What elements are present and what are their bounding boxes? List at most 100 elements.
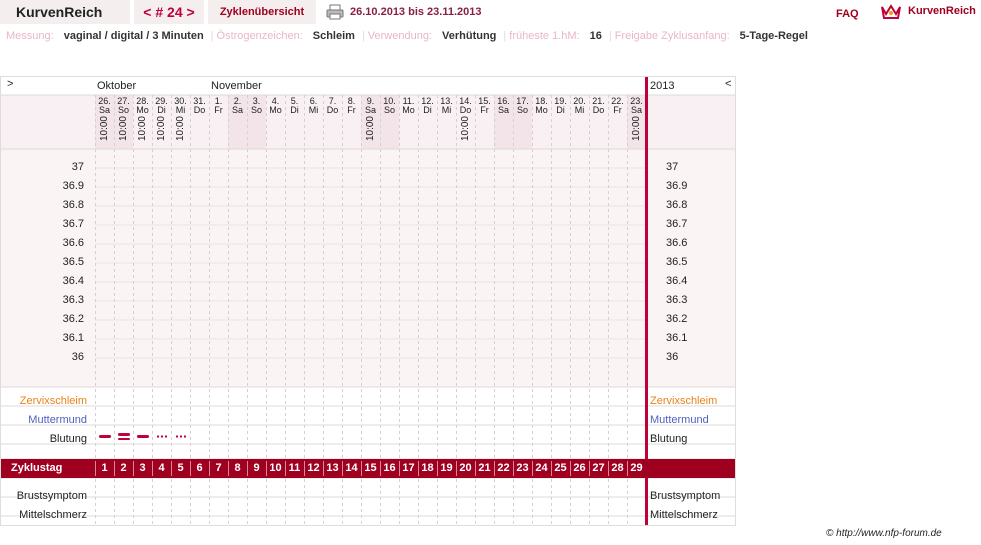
- setting-value: vaginal / digital / 3 Minuten: [63, 30, 204, 42]
- weekday: Mi: [574, 105, 585, 115]
- day-header[interactable]: 3. So: [247, 97, 266, 115]
- day-header[interactable]: 1. Fr: [209, 97, 228, 115]
- day-header[interactable]: 17. So: [513, 97, 532, 115]
- measure-time: 10:00: [174, 116, 186, 142]
- row-label-muttermund: Muttermund: [28, 414, 87, 426]
- weekday: Mo: [535, 105, 548, 115]
- row-label-zervix-right: Zervixschleim: [650, 395, 718, 407]
- cycle-day-number: 14: [345, 462, 358, 474]
- cycle-day-number: 26: [573, 462, 586, 474]
- cycle-day-number: 4: [158, 462, 165, 474]
- cycle-day-divider: [266, 461, 267, 476]
- cycle-day-divider: [133, 461, 134, 476]
- bleeding-mark-heavy[interactable]: [117, 433, 130, 440]
- cycle-day-divider: [456, 461, 457, 476]
- brand-logo-text[interactable]: KurvenReich: [908, 0, 976, 22]
- day-header[interactable]: 12. Di: [418, 97, 437, 115]
- measure-time: 10:00: [364, 116, 376, 142]
- cycle-day-number: 22: [497, 462, 510, 474]
- temp-axis-label-right: 36.1: [666, 332, 688, 344]
- bleeding-mark-normal[interactable]: [98, 435, 111, 438]
- cycle-day-number: 15: [364, 462, 377, 474]
- cycle-day-divider: [399, 461, 400, 476]
- day-header[interactable]: 7. Do: [323, 97, 342, 115]
- cycle-day-divider: [114, 461, 115, 476]
- day-header[interactable]: 2. Sa: [228, 97, 247, 115]
- day-header[interactable]: 28. Mo 10:00: [133, 97, 152, 142]
- bleeding-mark-normal[interactable]: [136, 435, 149, 438]
- temp-axis-label-right: 36.3: [666, 294, 688, 306]
- month-label-november: November: [211, 80, 262, 92]
- day-header[interactable]: 6. Mi: [304, 97, 323, 115]
- day-header[interactable]: 18. Mo: [532, 97, 551, 115]
- bleeding-mark-spotting[interactable]: [155, 435, 168, 438]
- copyright-footer: © http://www.nfp-forum.de: [826, 528, 942, 539]
- chart-grid: [1, 77, 735, 525]
- day-header[interactable]: 9. Sa 10:00: [361, 97, 380, 142]
- temp-axis-label: 37: [71, 161, 84, 173]
- day-header[interactable]: 8. Fr: [342, 97, 361, 115]
- day-header[interactable]: 19. Di: [551, 97, 570, 115]
- day-header[interactable]: 14. Do 10:00: [456, 97, 475, 142]
- weekday: Sa: [98, 105, 110, 115]
- cycle-day-divider: [190, 461, 191, 476]
- weekday: Fr: [347, 105, 356, 115]
- row-label-zyklustag: Zyklustag: [11, 462, 63, 474]
- cycle-day-number: 25: [554, 462, 567, 474]
- setting-value: Verhütung: [442, 30, 497, 42]
- row-label-zervix: Zervixschleim: [19, 395, 87, 407]
- day-header[interactable]: 27. So 10:00: [114, 97, 133, 142]
- nav-next-button[interactable]: <: [725, 78, 731, 90]
- cycle-day-divider: [494, 461, 495, 476]
- cycle-day-divider: [551, 461, 552, 476]
- day-header[interactable]: 16. Sa: [494, 97, 513, 115]
- temp-axis-label-right: 36.2: [666, 313, 688, 325]
- setting-value: Schleim: [312, 30, 355, 42]
- day-header[interactable]: 23. Sa 10:00: [627, 97, 646, 142]
- day-header[interactable]: 10. So: [380, 97, 399, 115]
- day-header[interactable]: 31. Do: [190, 97, 209, 115]
- cycle-day-number: 3: [139, 462, 146, 474]
- temp-axis-label-right: 36.6: [666, 237, 688, 249]
- measure-time: 10:00: [459, 116, 471, 142]
- day-header[interactable]: 29. Di 10:00: [152, 97, 171, 142]
- day-header[interactable]: 21. Do: [589, 97, 608, 115]
- day-header[interactable]: 26. Sa 10:00: [95, 97, 114, 142]
- weekday: Di: [157, 105, 166, 115]
- setting-key: Östrogenzeichen:: [216, 30, 303, 42]
- cycle-day-number: 1: [101, 462, 108, 474]
- brand-title[interactable]: KurvenReich: [0, 0, 130, 24]
- day-header[interactable]: 11. Mo: [399, 97, 418, 115]
- day-header[interactable]: 5. Di: [285, 97, 304, 115]
- cycle-overview-tab[interactable]: Zyklenübersicht: [208, 0, 316, 24]
- cycle-day-number: 21: [478, 462, 491, 474]
- day-header[interactable]: 30. Mi 10:00: [171, 97, 190, 142]
- bleeding-mark-spotting[interactable]: [174, 435, 187, 438]
- cycle-day-divider: [589, 461, 590, 476]
- cycle-navigator[interactable]: < # 24 >: [134, 0, 204, 24]
- day-header[interactable]: 15. Fr: [475, 97, 494, 115]
- nav-prev-button[interactable]: >: [7, 78, 13, 90]
- temp-axis-label: 36.9: [62, 180, 84, 192]
- temp-axis-label: 36.2: [62, 313, 84, 325]
- temp-axis-label-right: 36.8: [666, 199, 688, 211]
- printer-icon[interactable]: [326, 4, 344, 20]
- temp-axis-label: 36.6: [62, 237, 84, 249]
- cycle-day-divider: [152, 461, 153, 476]
- cycle-day-number: 28: [611, 462, 624, 474]
- measure-time: 10:00: [136, 116, 148, 142]
- day-header[interactable]: 20. Mi: [570, 97, 589, 115]
- cycle-day-divider: [361, 461, 362, 476]
- cycle-day-number: 7: [215, 462, 222, 474]
- day-header[interactable]: 13. Mi: [437, 97, 456, 115]
- cycle-day-number: 13: [326, 462, 339, 474]
- cycle-day-number: 18: [421, 462, 434, 474]
- weekday: Di: [423, 105, 432, 115]
- faq-link[interactable]: FAQ: [836, 0, 859, 28]
- weekday: Mo: [136, 105, 149, 115]
- day-header[interactable]: 22. Fr: [608, 97, 627, 115]
- cycle-day-number: 5: [177, 462, 184, 474]
- weekday: Di: [290, 105, 299, 115]
- temp-axis-label: 36: [71, 351, 84, 363]
- day-header[interactable]: 4. Mo: [266, 97, 285, 115]
